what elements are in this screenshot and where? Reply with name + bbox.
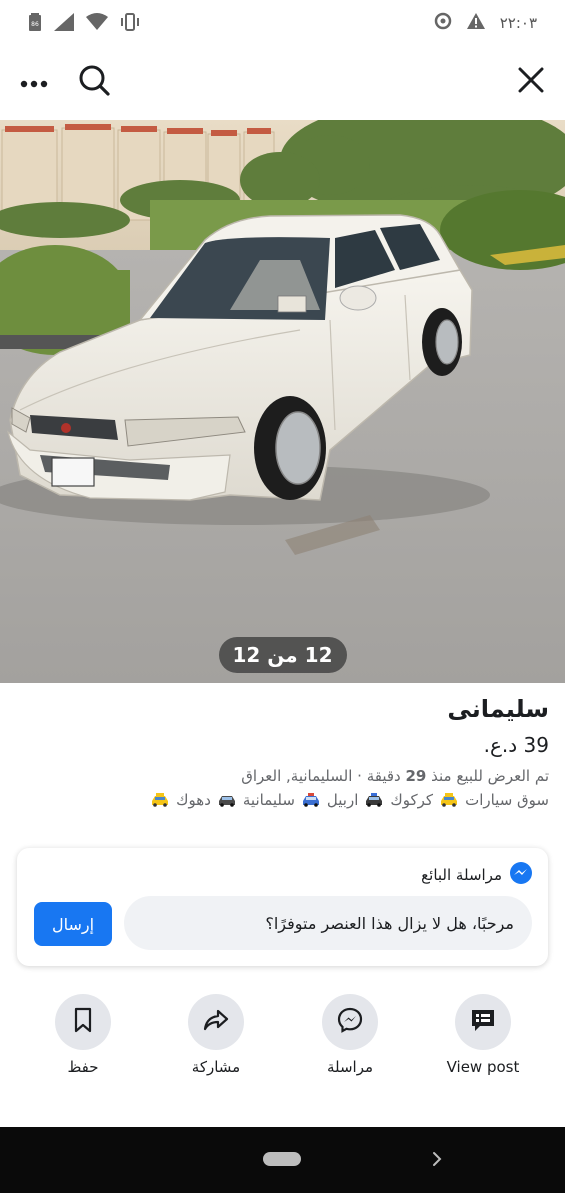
more-button[interactable] <box>14 62 54 102</box>
system-nav-bar <box>0 1127 565 1193</box>
home-pill[interactable] <box>263 1152 301 1166</box>
signal-icon <box>54 13 74 35</box>
save-circle <box>55 994 111 1050</box>
view-post-label: View post <box>446 1058 520 1076</box>
listing-info: سليمانى 39 د.ع. تم العرض للبيع منذ 29 دق… <box>16 695 549 809</box>
search-icon <box>78 64 110 100</box>
listing-meta: تم العرض للبيع منذ 29 دقيقة · السليمانية… <box>16 767 549 785</box>
listing-price: 39 د.ع. <box>483 733 549 757</box>
save-button[interactable]: حفظ <box>23 994 143 1076</box>
car-icon <box>217 793 237 807</box>
tag-1: كركوك <box>390 791 434 809</box>
meta-suffix: دقيقة · السليمانية, العراق <box>241 767 401 785</box>
status-bar: 86 ٢٢:٠٣ <box>0 0 565 44</box>
top-nav <box>0 44 565 120</box>
status-time: ٢٢:٠٣ <box>499 14 537 32</box>
photo-counter: 12 من 12 <box>218 637 347 673</box>
more-icon <box>20 73 48 92</box>
message-header: مراسلة البائع <box>421 862 532 888</box>
search-button[interactable] <box>74 62 114 102</box>
share-label: مشاركة <box>191 1058 241 1076</box>
wifi-icon <box>86 13 108 35</box>
share-circle <box>188 994 244 1050</box>
view-post-icon <box>470 1007 496 1037</box>
message-input[interactable]: مرحبًا، هل لا يزال هذا العنصر متوفرًا؟ <box>124 896 532 950</box>
view-post-circle <box>455 994 511 1050</box>
message-circle <box>322 994 378 1050</box>
save-label: حفظ <box>67 1058 99 1076</box>
police-car-icon <box>364 793 384 807</box>
tag-4: دهوك <box>176 791 211 809</box>
send-button[interactable]: إرسال <box>34 902 112 946</box>
tag-3: سليمانية <box>242 791 295 809</box>
police-car-icon-2 <box>301 793 321 807</box>
message-seller-card: مراسلة البائع مرحبًا، هل لا يزال هذا الع… <box>17 848 548 966</box>
close-button[interactable] <box>511 62 551 102</box>
tag-2: اربيل <box>326 791 359 809</box>
action-row: View post مراسلة مشاركة حفظ <box>0 994 565 1084</box>
status-right: ٢٢:٠٣ <box>434 12 537 34</box>
message-header-label: مراسلة البائع <box>421 866 502 884</box>
message-button[interactable]: مراسلة <box>290 994 410 1076</box>
meta-prefix: تم العرض للبيع منذ <box>431 767 549 785</box>
message-label: مراسلة <box>326 1058 374 1076</box>
vibrate-icon <box>120 13 140 35</box>
listing-photo[interactable]: 12 من 12 <box>0 120 565 683</box>
status-left: 86 <box>28 12 140 36</box>
bookmark-icon <box>72 1007 94 1037</box>
taxi-icon-2 <box>150 793 170 807</box>
listing-title: سليمانى <box>447 695 549 723</box>
meta-minutes: 29 <box>405 767 427 785</box>
messenger-icon <box>510 862 532 888</box>
close-icon <box>518 67 544 97</box>
warning-icon <box>466 12 486 34</box>
messenger-outline-icon <box>337 1007 363 1037</box>
share-icon <box>203 1007 229 1037</box>
share-button[interactable]: مشاركة <box>156 994 276 1076</box>
view-post-button[interactable]: View post <box>423 994 543 1076</box>
tag-0: سوق سيارات <box>465 791 549 809</box>
car-image <box>0 120 565 683</box>
chevron-right-icon[interactable] <box>430 1149 444 1173</box>
data-saver-icon <box>434 12 452 34</box>
battery-icon: 86 <box>28 12 42 36</box>
taxi-icon <box>439 793 459 807</box>
battery-level: 86 <box>31 21 39 28</box>
listing-tags: سوق سيارات كركوك اربيل سليمانية دهوك <box>16 791 549 809</box>
